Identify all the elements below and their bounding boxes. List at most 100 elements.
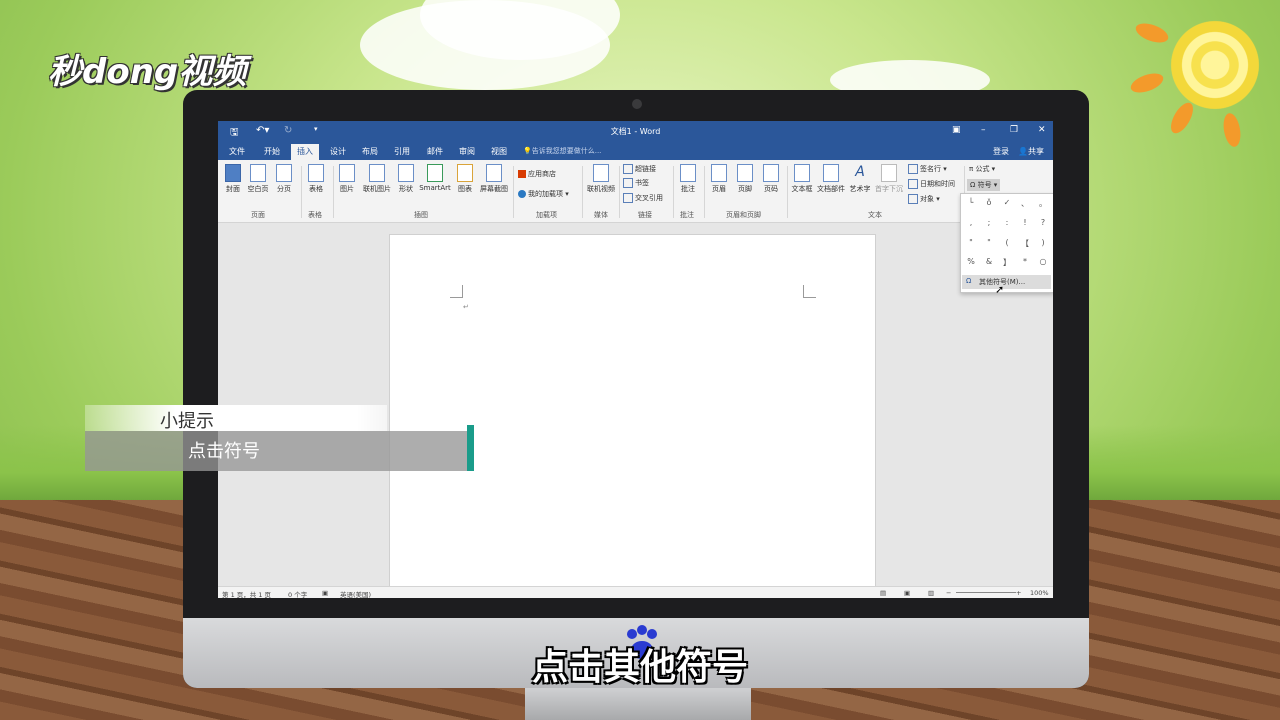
proofing-icon[interactable]: ▣ [322,589,328,597]
language-indicator[interactable]: 英语(美国) [340,589,371,598]
hyperlink-button[interactable]: 超链接 [623,164,656,174]
tab-view[interactable]: 视图 [491,146,507,157]
symbol-item[interactable]: ǒ [980,198,998,207]
word-count[interactable]: 0 个字 [288,589,307,598]
picture-button[interactable]: 图片 [335,164,359,194]
symbol-button[interactable]: Ω 符号 ▾ [967,179,1001,191]
wordart-button[interactable]: A 艺术字 [848,164,872,194]
tab-review[interactable]: 审阅 [459,146,475,157]
screenshot-button[interactable]: 屏幕截图 [478,164,510,194]
symbol-item[interactable]: : [998,218,1016,227]
symbol-label: 符号 [977,181,992,189]
login-link[interactable]: 登录 [993,146,1009,157]
tell-me-box[interactable]: 💡告诉我您想要做什么... [523,146,601,156]
more-symbols-item[interactable]: Ω 其他符号(M)... [962,275,1051,289]
textbox-button[interactable]: 文本框 [790,164,814,194]
word-window: 🖫 ↶▾ ↻ ▾ 文档1 - Word ▣ – ❐ ✕ 文件 开始 插入 设计 … [218,121,1053,598]
ribbon-display-icon[interactable]: ▣ [952,125,961,135]
tip-title: 小提示 [160,411,214,432]
comment-button[interactable]: 批注 [676,164,700,194]
symbol-item[interactable]: 【 [1016,238,1034,249]
symbol-item[interactable]: & [980,257,998,266]
restore-icon[interactable]: ❐ [1010,125,1018,135]
group-text: 文本 [868,211,882,219]
symbol-item[interactable]: 、 [1016,198,1034,209]
page-break-label: 分页 [277,185,291,193]
tip-title-banner: 小提示 [85,405,387,432]
crossref-button[interactable]: 交叉引用 [623,193,663,203]
chart-button[interactable]: 图表 [453,164,477,194]
my-addins-button[interactable]: 我的加载项 ▾ [518,189,569,199]
close-icon[interactable]: ✕ [1038,125,1046,135]
window-title: 文档1 - Word [610,127,661,136]
object-button[interactable]: 对象 ▾ [908,194,940,204]
symbol-item[interactable]: " [980,238,998,247]
tab-layout[interactable]: 布局 [362,146,378,157]
symbol-item[interactable]: ○ [1034,257,1052,266]
symbol-item[interactable]: ( [998,238,1016,247]
document-page[interactable]: ↵ [389,234,876,598]
smartart-button[interactable]: SmartArt [419,164,451,192]
equation-label: 公式 [975,165,990,173]
symbol-item[interactable]: * [1016,257,1034,266]
header-icon [711,164,727,182]
online-video-button[interactable]: 联机视频 [585,164,617,194]
tab-references[interactable]: 引用 [394,146,410,157]
symbol-item[interactable]: 】 [998,257,1016,268]
online-picture-button[interactable]: 联机图片 [361,164,393,194]
wordart-icon: A [855,164,865,180]
symbol-item[interactable]: ? [1034,218,1052,227]
paragraph-mark: ↵ [463,303,469,311]
lightbulb-icon: 💡 [523,147,532,155]
signature-button[interactable]: 签名行 ▾ [908,164,947,174]
symbol-item[interactable]: ; [980,218,998,227]
zoom-slider[interactable] [956,592,1016,593]
table-button[interactable]: 表格 [304,164,328,194]
symbol-item[interactable]: " [962,238,980,247]
tip-body: 点击符号 [188,441,260,462]
zoom-level[interactable]: 100% [1030,589,1049,597]
page-break-button[interactable]: 分页 [272,164,296,194]
brand-logo: 秒dong视频 [48,52,247,92]
dropcap-button[interactable]: 首字下沉 [874,164,904,194]
group-tables: 表格 [308,211,322,219]
monitor-stand [525,688,751,720]
read-mode-icon[interactable]: ▤ [880,589,886,597]
quickparts-button[interactable]: 文档部件 [816,164,846,194]
page-count[interactable]: 第 1 页，共 1 页 [222,589,271,598]
footer-button[interactable]: 页脚 [733,164,757,194]
zoom-in-icon[interactable]: + [1016,589,1021,597]
symbol-item[interactable]: ! [1016,218,1034,227]
bookmark-button[interactable]: 书签 [623,178,649,188]
tab-home[interactable]: 开始 [264,146,280,157]
ribbon-tabs: 文件 开始 插入 设计 布局 引用 邮件 审阅 视图 💡告诉我您想要做什么...… [218,143,1053,160]
datetime-icon [908,179,918,189]
omega-icon: Ω [966,277,972,285]
equation-button[interactable]: π 公式 ▾ [969,164,995,174]
divider [301,166,302,218]
datetime-button[interactable]: 日期和时间 [908,179,955,189]
header-button[interactable]: 页眉 [707,164,731,194]
symbol-item[interactable]: % [962,257,980,266]
symbol-item[interactable]: , [962,218,980,227]
store-button[interactable]: 应用商店 [518,169,556,179]
share-button[interactable]: 👤共享 [1018,146,1044,157]
dropcap-label: 首字下沉 [875,185,903,193]
tab-mailings[interactable]: 邮件 [427,146,443,157]
page-number-button[interactable]: 页码 [759,164,783,194]
group-comments: 批注 [680,211,694,219]
tab-insert[interactable]: 插入 [291,144,319,160]
symbol-item[interactable]: ✓ [998,198,1016,207]
symbol-item[interactable]: ) [1034,238,1052,247]
zoom-out-icon[interactable]: − [946,589,951,597]
blank-page-button[interactable]: 空白页 [246,164,270,194]
symbol-item[interactable]: └ [962,198,980,207]
minimize-icon[interactable]: – [981,125,986,135]
tab-file[interactable]: 文件 [229,146,245,157]
print-layout-icon[interactable]: ▣ [904,589,910,597]
symbol-item[interactable]: 。 [1034,198,1052,209]
shapes-button[interactable]: 形状 [394,164,418,194]
cover-button[interactable]: 封面 [221,164,245,194]
tab-design[interactable]: 设计 [330,146,346,157]
web-layout-icon[interactable]: ▥ [928,589,934,597]
